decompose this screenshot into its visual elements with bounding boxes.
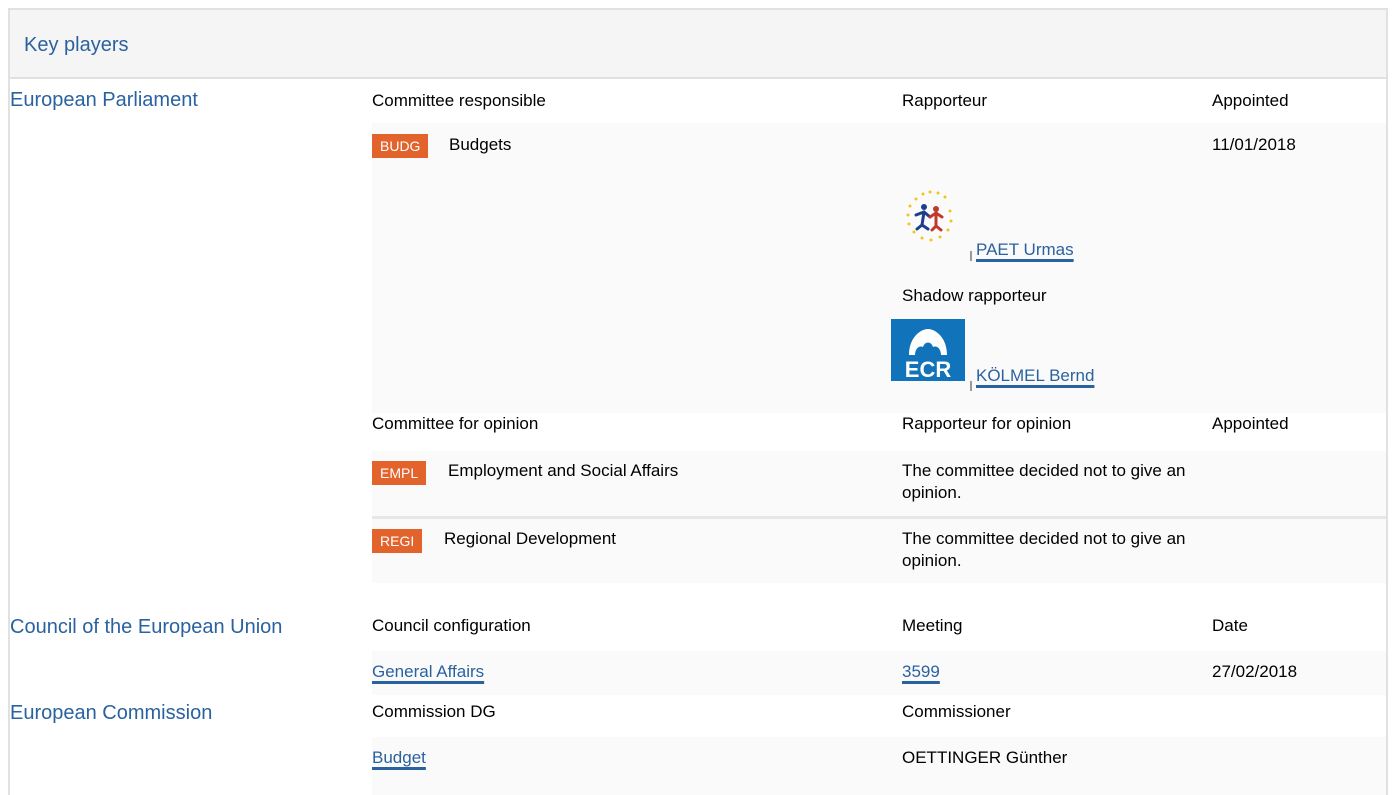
council-config-link[interactable]: General Affairs bbox=[372, 661, 484, 683]
opinion-note-empl: The committee decided not to give an opi… bbox=[902, 461, 1186, 502]
committee-opinion-header: Committee for opinion bbox=[372, 414, 539, 433]
budg-row-bg bbox=[372, 123, 1386, 413]
date-header: Date bbox=[1212, 616, 1248, 635]
renew-stars-icon bbox=[906, 190, 953, 242]
svg-text:ECR: ECR bbox=[905, 357, 952, 381]
committee-badge-regi: REGI bbox=[372, 529, 423, 553]
panel-header: Key players bbox=[10, 10, 1386, 79]
commission-dg-header: Commission DG bbox=[372, 702, 496, 721]
committee-name-regi: Regional Development bbox=[444, 529, 616, 548]
opinion-note-regi: The committee decided not to give an opi… bbox=[902, 529, 1186, 570]
commissioner-header: Commissioner bbox=[902, 702, 1011, 721]
institution-council: Council of the European Union bbox=[10, 616, 283, 638]
committee-name-budg: Budgets bbox=[449, 135, 512, 154]
ecr-logo: ECR bbox=[891, 319, 965, 381]
committee-responsible-header: Committee responsible bbox=[372, 91, 546, 110]
commission-dg-link[interactable]: Budget bbox=[372, 747, 426, 769]
appointed-header-opinion: Appointed bbox=[1212, 414, 1289, 433]
key-players-panel: Key players European Parliament Committe… bbox=[8, 8, 1388, 795]
meeting-header: Meeting bbox=[902, 616, 963, 635]
shadow-rapporteur-link-kolmel[interactable]: KÖLMEL Bernd bbox=[976, 365, 1094, 387]
separator-tick bbox=[970, 381, 972, 391]
commission-row-bg bbox=[372, 737, 1386, 795]
council-configuration-header: Council configuration bbox=[372, 616, 531, 635]
appointed-header: Appointed bbox=[1212, 91, 1289, 110]
separator-tick bbox=[970, 251, 972, 261]
appointed-date-budg: 11/01/2018 bbox=[1212, 135, 1296, 154]
commissioner-name: OETTINGER Günther bbox=[902, 748, 1068, 767]
committee-badge-empl: EMPL bbox=[372, 461, 427, 485]
shadow-rapporteur-header: Shadow rapporteur bbox=[902, 286, 1047, 305]
council-date: 27/02/2018 bbox=[1212, 662, 1298, 681]
rapporteur-link-paet[interactable]: PAET Urmas bbox=[976, 239, 1074, 261]
rapporteur-header: Rapporteur bbox=[902, 91, 988, 110]
rapporteur-opinion-header: Rapporteur for opinion bbox=[902, 414, 1072, 433]
committee-name-empl: Employment and Social Affairs bbox=[448, 461, 679, 480]
institution-european-parliament: European Parliament bbox=[10, 89, 198, 111]
meeting-link[interactable]: 3599 bbox=[902, 661, 940, 683]
institution-commission: European Commission bbox=[10, 702, 213, 724]
committee-badge-budg: BUDG bbox=[372, 134, 429, 158]
panel-title: Key players bbox=[24, 34, 129, 56]
